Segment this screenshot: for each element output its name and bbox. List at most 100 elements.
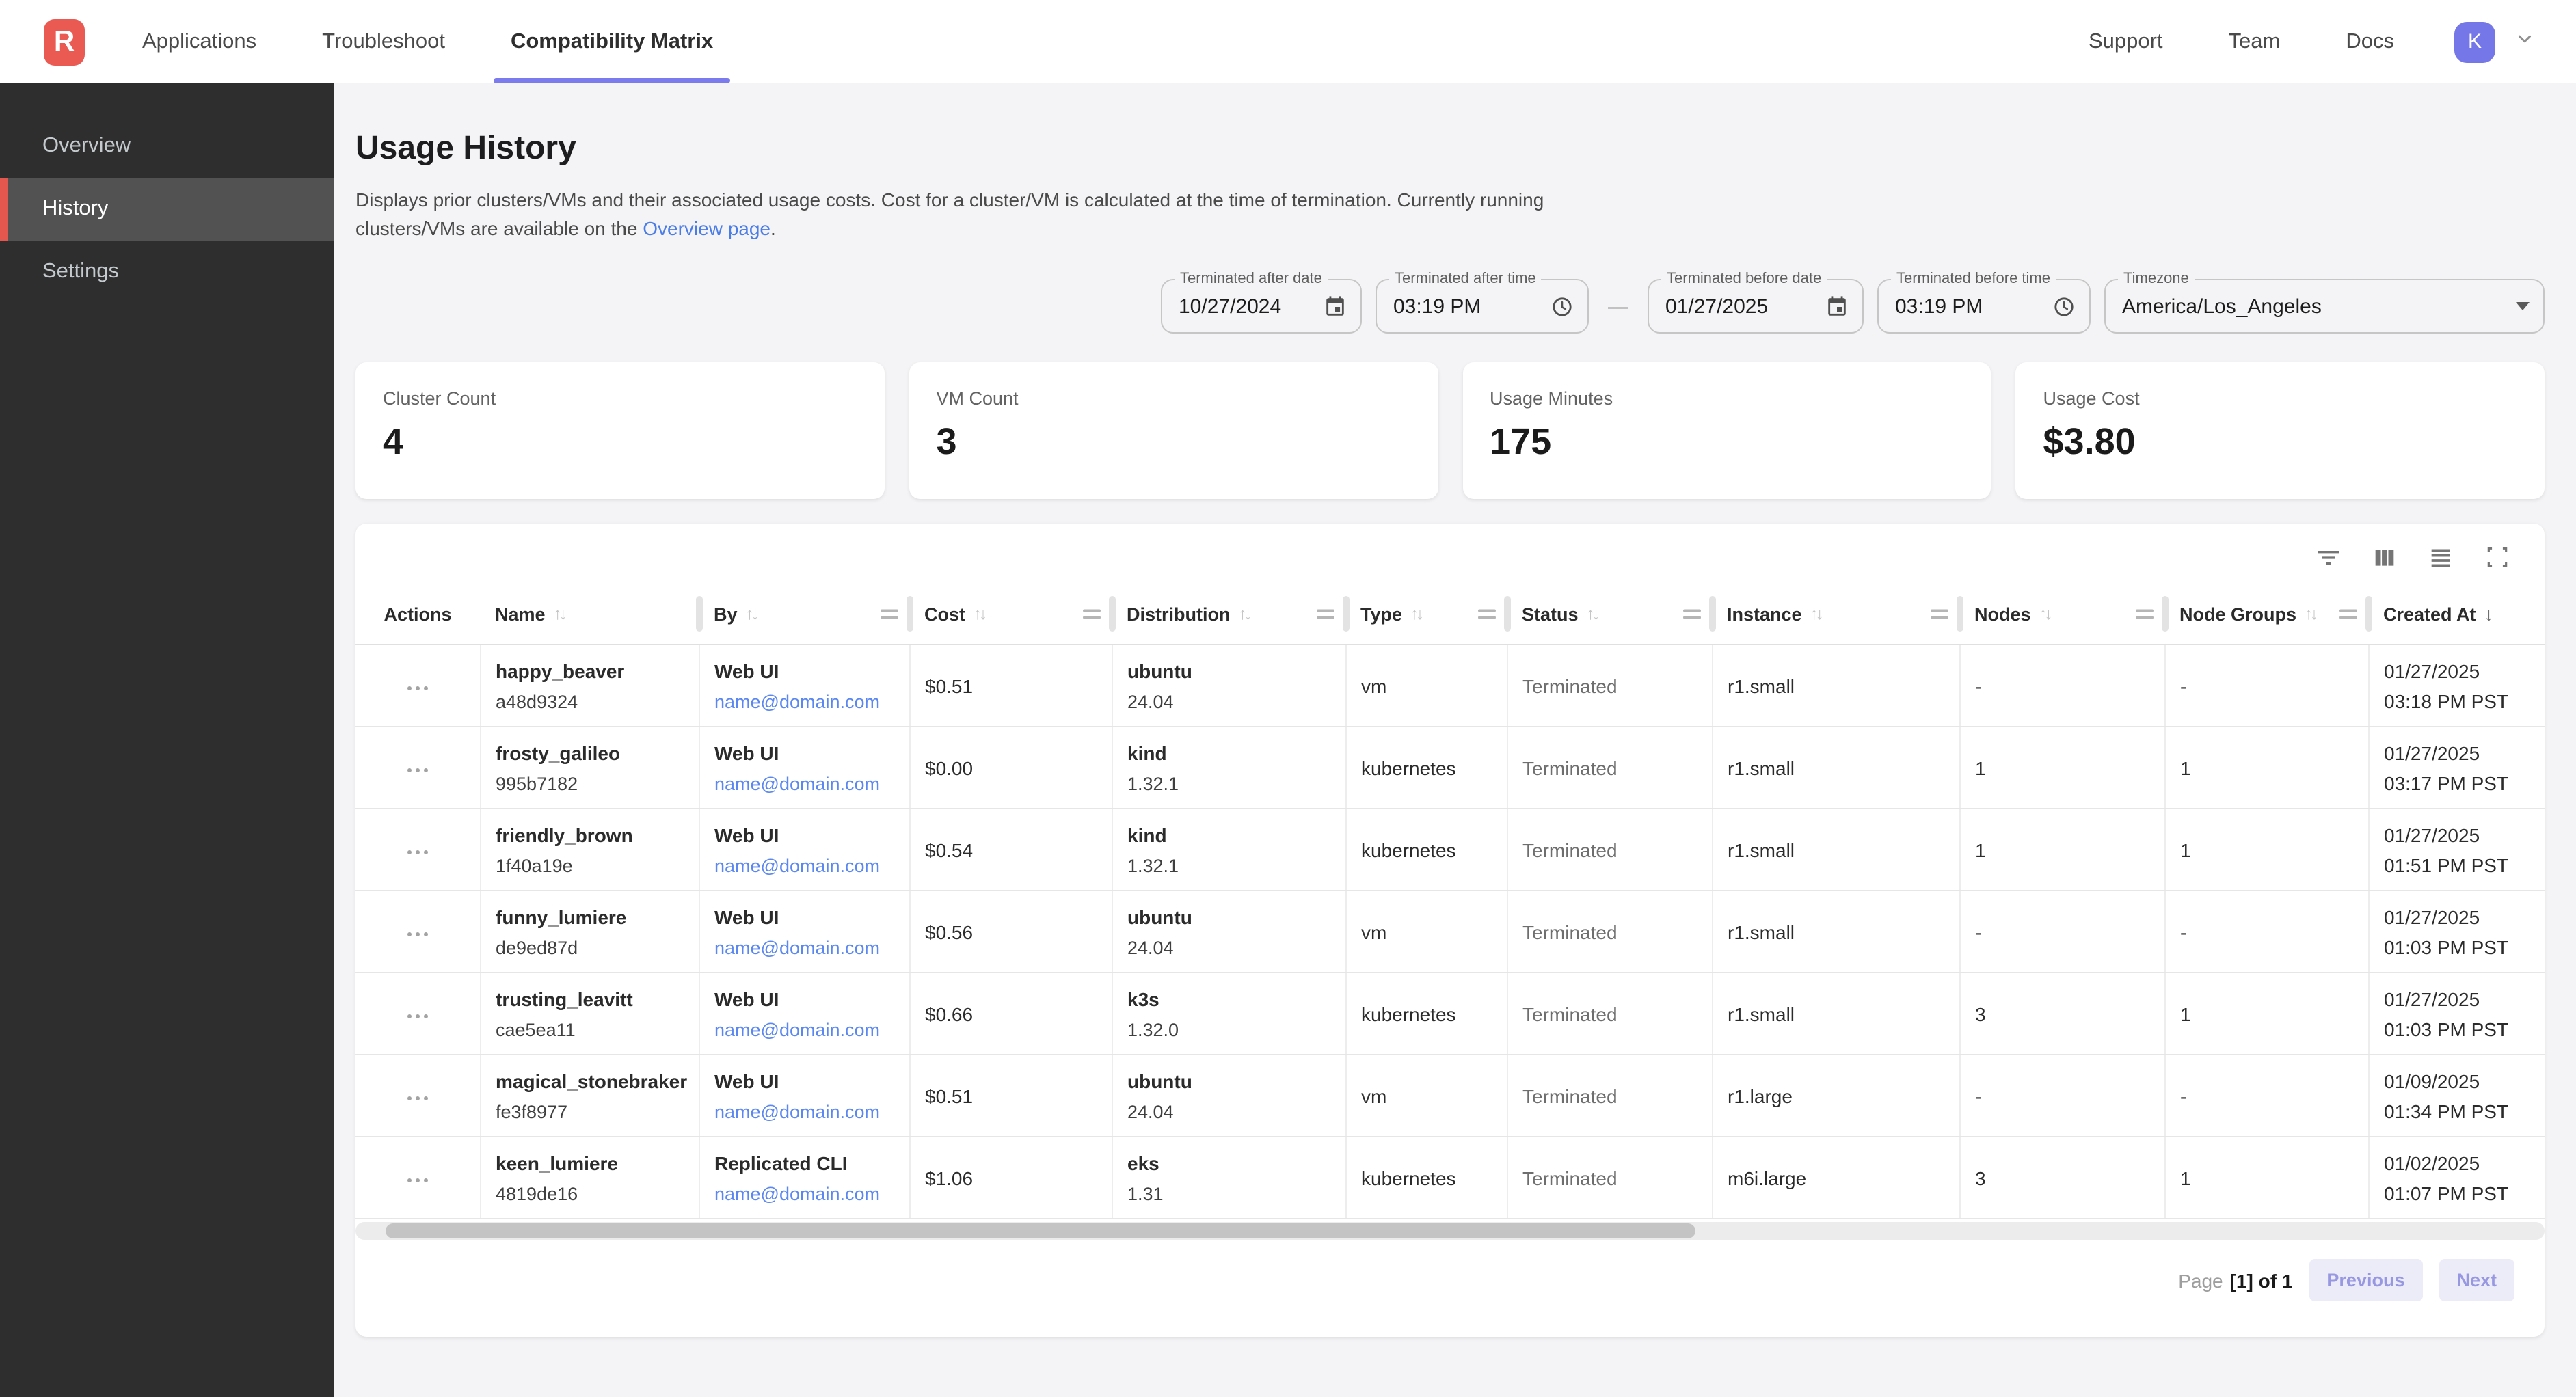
- column-header-cost[interactable]: Cost↑↓: [909, 584, 1112, 645]
- column-drag-handle[interactable]: [2136, 606, 2154, 623]
- row-actions-menu-button[interactable]: [399, 1005, 436, 1027]
- column-header-distribution[interactable]: Distribution↑↓: [1112, 584, 1345, 645]
- cell-status: Terminated: [1507, 891, 1712, 973]
- column-resize-separator[interactable]: [1343, 596, 1350, 632]
- calendar-icon[interactable]: [1825, 295, 1849, 318]
- replicated-logo[interactable]: R: [44, 18, 85, 65]
- column-drag-handle[interactable]: [881, 606, 898, 623]
- dropdown-icon[interactable]: [2516, 302, 2530, 310]
- row-actions-menu-button[interactable]: [399, 759, 436, 781]
- row-created-time: 01:51 PM PST: [2384, 854, 2539, 876]
- sort-icon[interactable]: ↑↓: [1410, 604, 1421, 623]
- page-title: Usage History: [355, 130, 2545, 168]
- nav-link-docs[interactable]: Docs: [2340, 29, 2400, 54]
- row-by-email-link[interactable]: name@domain.com: [714, 773, 903, 794]
- column-resize-separator[interactable]: [696, 596, 703, 632]
- column-drag-handle[interactable]: [1083, 606, 1101, 623]
- cell-created-at: 01/27/202501:03 PM PST: [2368, 973, 2545, 1055]
- row-by-source: Web UI: [714, 1070, 903, 1091]
- column-header-actions[interactable]: Actions: [355, 584, 480, 645]
- sort-icon[interactable]: ↑↓: [1239, 604, 1250, 623]
- cell-distribution: eks1.31: [1112, 1137, 1345, 1219]
- column-header-status[interactable]: Status↑↓: [1507, 584, 1712, 645]
- horizontal-scrollbar-thumb[interactable]: [386, 1223, 1695, 1238]
- column-header-node-groups[interactable]: Node Groups↑↓: [2164, 584, 2368, 645]
- clock-icon[interactable]: [2052, 295, 2076, 318]
- column-resize-separator[interactable]: [907, 596, 913, 632]
- filter-button[interactable]: [2311, 543, 2346, 578]
- tab-compatibility-matrix[interactable]: Compatibility Matrix: [505, 0, 719, 83]
- column-resize-separator[interactable]: [1957, 596, 1963, 632]
- user-avatar[interactable]: K: [2454, 21, 2495, 62]
- column-header-created-at[interactable]: Created At↓: [2368, 584, 2545, 645]
- column-header-inner-distribution: Distribution↑↓: [1127, 603, 1345, 624]
- filter-field-terminated-after-date[interactable]: Terminated after date10/27/2024: [1161, 279, 1362, 334]
- column-resize-separator[interactable]: [2162, 596, 2169, 632]
- cell-nodes: 3: [1959, 973, 2164, 1055]
- row-actions-menu-button[interactable]: [399, 923, 436, 945]
- column-resize-separator[interactable]: [1109, 596, 1116, 632]
- row-distribution-version: 24.04: [1127, 691, 1339, 711]
- column-drag-handle[interactable]: [2339, 606, 2357, 623]
- column-drag-handle[interactable]: [1317, 606, 1334, 623]
- row-created-date: 01/27/2025: [2384, 906, 2539, 927]
- previous-page-button[interactable]: Previous: [2309, 1259, 2422, 1301]
- column-resize-separator[interactable]: [1709, 596, 1716, 632]
- column-header-type[interactable]: Type↑↓: [1345, 584, 1507, 645]
- sort-icon[interactable]: ↑↓: [1810, 604, 1821, 623]
- column-resize-separator[interactable]: [1504, 596, 1511, 632]
- sort-icon[interactable]: ↑↓: [974, 604, 984, 623]
- sort-icon[interactable]: ↑↓: [554, 604, 565, 623]
- sidebar-item-settings[interactable]: Settings: [0, 241, 334, 303]
- row-by-email-link[interactable]: name@domain.com: [714, 1101, 903, 1122]
- row-by-email-link[interactable]: name@domain.com: [714, 691, 903, 711]
- row-by-email-link[interactable]: name@domain.com: [714, 937, 903, 958]
- horizontal-scrollbar-track[interactable]: [355, 1222, 2545, 1240]
- row-distribution: ubuntu: [1127, 1070, 1339, 1091]
- row-distribution-version: 1.32.1: [1127, 855, 1339, 876]
- tab-troubleshoot[interactable]: Troubleshoot: [317, 0, 451, 83]
- column-header-name[interactable]: Name↑↓: [480, 584, 699, 645]
- row-by-email-link[interactable]: name@domain.com: [714, 1183, 903, 1204]
- row-actions-menu-button[interactable]: [399, 841, 436, 863]
- column-resize-separator[interactable]: [2365, 596, 2372, 632]
- row-actions-menu-button[interactable]: [399, 1169, 436, 1191]
- column-drag-handle[interactable]: [1478, 606, 1496, 623]
- filter-field-terminated-before-date[interactable]: Terminated before date01/27/2025: [1648, 279, 1864, 334]
- sidebar-item-history[interactable]: History: [0, 178, 334, 241]
- row-actions-menu-button[interactable]: [399, 677, 436, 698]
- filter-field-terminated-after-time[interactable]: Terminated after time03:19 PM: [1376, 279, 1589, 334]
- fullscreen-button[interactable]: [2479, 543, 2514, 578]
- sidebar-item-overview[interactable]: Overview: [0, 115, 334, 178]
- nav-link-support[interactable]: Support: [2083, 29, 2169, 54]
- column-header-by[interactable]: By↑↓: [699, 584, 909, 645]
- sort-icon[interactable]: ↑↓: [2039, 604, 2050, 623]
- account-menu-chevron[interactable]: [2514, 28, 2535, 55]
- clock-icon[interactable]: [1551, 295, 1574, 318]
- sort-icon[interactable]: ↑↓: [746, 604, 757, 623]
- tab-applications[interactable]: Applications: [137, 0, 262, 83]
- row-name: trusting_leavitt: [496, 988, 693, 1009]
- next-page-button[interactable]: Next: [2439, 1259, 2514, 1301]
- calendar-icon[interactable]: [1324, 295, 1347, 318]
- filter-field-timezone[interactable]: TimezoneAmerica/Los_Angeles: [2104, 279, 2545, 334]
- column-header-nodes[interactable]: Nodes↑↓: [1959, 584, 2164, 645]
- row-by-email-link[interactable]: name@domain.com: [714, 1019, 903, 1040]
- nav-link-team[interactable]: Team: [2223, 29, 2286, 54]
- column-drag-handle[interactable]: [1931, 606, 1948, 623]
- column-label-actions: Actions: [384, 603, 451, 624]
- row-by-email-link[interactable]: name@domain.com: [714, 855, 903, 876]
- column-drag-handle[interactable]: [1683, 606, 1701, 623]
- column-header-inner-created-at: Created At↓: [2383, 603, 2545, 625]
- filter-field-terminated-before-time[interactable]: Terminated before time03:19 PM: [1877, 279, 2091, 334]
- row-distribution-version: 1.31: [1127, 1183, 1339, 1204]
- row-actions-menu-button[interactable]: [399, 1087, 436, 1109]
- column-header-instance[interactable]: Instance↑↓: [1712, 584, 1959, 645]
- stat-card-cluster-count: Cluster Count4: [355, 362, 885, 499]
- sort-icon[interactable]: ↑↓: [2305, 604, 2316, 623]
- columns-button[interactable]: [2367, 543, 2402, 578]
- density-button[interactable]: [2423, 543, 2458, 578]
- overview-page-link[interactable]: Overview page: [643, 217, 770, 239]
- sort-desc-icon[interactable]: ↓: [2484, 603, 2494, 625]
- sort-icon[interactable]: ↑↓: [1587, 604, 1598, 623]
